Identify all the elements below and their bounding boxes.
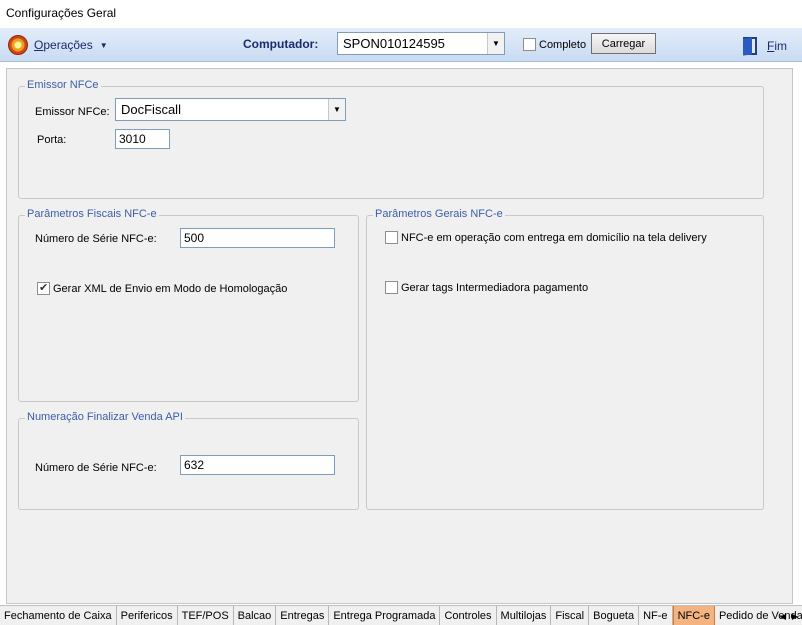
computador-select[interactable]: SPON010124595 ▼ xyxy=(337,32,505,55)
tab-nfce[interactable]: NFC-e xyxy=(672,606,715,625)
completo-label: Completo xyxy=(539,39,587,51)
computador-value: SPON010124595 xyxy=(343,36,445,51)
tab-entrega-programada[interactable]: Entrega Programada xyxy=(329,606,441,625)
numero-serie-input[interactable]: 500 xyxy=(180,228,335,248)
parametros-gerais-group: Parâmetros Gerais NFC-e xyxy=(366,208,764,510)
completo-checkbox[interactable] xyxy=(523,38,536,51)
tab-fechamento-caixa[interactable]: Fechamento de Caixa xyxy=(0,606,117,625)
emissor-nfce-value: DocFiscall xyxy=(121,102,181,117)
entrega-delivery-label: NFC-e em operação com entrega em domicíl… xyxy=(401,232,707,244)
chevron-down-icon: ▼ xyxy=(99,40,108,50)
tab-controles[interactable]: Controles xyxy=(440,606,497,625)
group-legend: Parâmetros Gerais NFC-e xyxy=(373,208,505,220)
arrow-left-icon[interactable]: ◀ xyxy=(780,612,786,621)
operacoes-menu-button[interactable]: Operações ▼ xyxy=(8,35,108,55)
tab-scroll-arrows: ◀ ▶ xyxy=(780,606,798,625)
gear-icon xyxy=(8,35,28,55)
title-bar: Configurações Geral xyxy=(0,0,802,28)
entrega-delivery-checkbox[interactable] xyxy=(385,231,398,244)
api-numero-serie-input[interactable]: 632 xyxy=(180,455,335,475)
chevron-down-icon[interactable]: ▼ xyxy=(487,33,504,54)
tab-strip: Fechamento de Caixa Perifericos TEF/POS … xyxy=(0,605,802,625)
group-legend: Numeração Finalizar Venda API xyxy=(25,411,185,423)
tab-multilojas[interactable]: Multilojas xyxy=(497,606,552,625)
tags-intermediadora-checkbox[interactable] xyxy=(385,281,398,294)
fim-label: Fim xyxy=(767,39,788,53)
gerar-xml-homologacao-label: Gerar XML de Envio em Modo de Homologaçã… xyxy=(53,283,288,295)
tab-fiscal[interactable]: Fiscal xyxy=(551,606,590,625)
tab-balcao[interactable]: Balcao xyxy=(234,606,277,625)
group-legend: Emissor NFCe xyxy=(25,79,101,91)
gerar-xml-homologacao-checkbox[interactable] xyxy=(37,281,50,295)
tab-perifericos[interactable]: Perifericos xyxy=(117,606,178,625)
window-title: Configurações Geral xyxy=(6,6,117,20)
emissor-nfce-label: Emissor NFCe: xyxy=(35,106,110,118)
porta-input[interactable]: 3010 xyxy=(115,129,170,149)
api-numero-serie-label: Número de Série NFC-e: xyxy=(35,462,157,474)
chevron-down-icon[interactable]: ▼ xyxy=(328,99,345,120)
operacoes-label: Operações xyxy=(34,38,93,52)
computador-label: Computador: xyxy=(243,37,319,51)
group-legend: Parâmetros Fiscais NFC-e xyxy=(25,208,159,220)
tab-nfe[interactable]: NF-e xyxy=(639,606,673,625)
tab-bogueta[interactable]: Bogueta xyxy=(589,606,640,625)
arrow-right-icon[interactable]: ▶ xyxy=(792,612,798,621)
tab-tef-pos[interactable]: TEF/POS xyxy=(178,606,234,625)
emissor-nfce-select[interactable]: DocFiscall ▼ xyxy=(115,98,346,121)
tab-entregas[interactable]: Entregas xyxy=(276,606,330,625)
numero-serie-label: Número de Série NFC-e: xyxy=(35,233,157,245)
carregar-button[interactable]: Carregar xyxy=(591,33,656,54)
exit-door-icon xyxy=(741,36,761,56)
tags-intermediadora-label: Gerar tags Intermediadora pagamento xyxy=(401,282,589,294)
fim-button[interactable]: Fim xyxy=(741,36,787,56)
porta-label: Porta: xyxy=(37,134,67,146)
